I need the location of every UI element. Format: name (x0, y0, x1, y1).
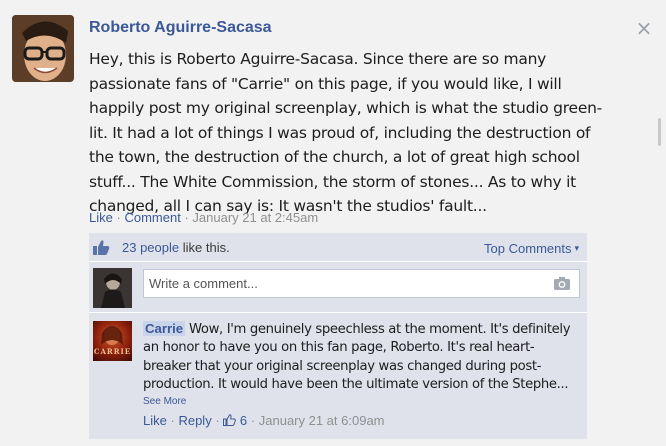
comment-text: Carrie Wow, I'm genuinely speechless at … (143, 320, 573, 395)
commenter-avatar-logo: CARRIE (93, 347, 132, 356)
thumbs-up-icon (92, 239, 110, 256)
comment-input[interactable]: Write a comment... (143, 269, 580, 298)
separator: · (215, 413, 220, 428)
scrollbar-thumb[interactable] (658, 118, 661, 146)
comment-input-placeholder: Write a comment... (149, 276, 258, 291)
likes-row: 23 people like this. Top Comments ▾ (89, 233, 587, 262)
comment-actions: Like · Reply · 6 · January 21 at 6:09am (143, 413, 385, 428)
comment-like-count-value: 6 (239, 413, 248, 428)
post-author-avatar[interactable] (12, 15, 74, 82)
post-timestamp[interactable]: January 21 at 2:45am (192, 210, 318, 225)
chevron-down-icon: ▾ (574, 243, 579, 253)
comment-body-text: Wow, I'm genuinely speechless at the mom… (143, 322, 571, 393)
comment-like-link[interactable]: Like (143, 413, 167, 428)
comment-item: CARRIE Carrie Wow, I'm genuinely speechl… (89, 314, 587, 439)
top-comments-label: Top Comments (484, 241, 572, 256)
post-text: Hey, this is Roberto Aguirre-Sacasa. Sin… (89, 50, 603, 215)
separator: · (250, 413, 256, 428)
current-user-avatar[interactable] (93, 268, 132, 308)
commenter-avatar[interactable]: CARRIE (93, 321, 132, 361)
commenter-name[interactable]: Carrie (143, 321, 186, 336)
comment-timestamp[interactable]: January 21 at 6:09am (259, 413, 385, 428)
thumbs-up-icon (223, 414, 237, 426)
compose-row: Write a comment... (89, 263, 587, 313)
post-author-name[interactable]: Roberto Aguirre-Sacasa (89, 19, 272, 37)
comment-like-count[interactable]: 6 (223, 413, 247, 428)
close-icon[interactable]: × (634, 18, 654, 38)
separator: · (184, 210, 189, 225)
likes-suffix: like this. (179, 240, 230, 255)
separator: · (116, 210, 121, 225)
post-actions: Like · Comment · January 21 at 2:45am (89, 210, 318, 225)
scrollbar[interactable] (657, 100, 662, 160)
camera-icon[interactable] (553, 276, 571, 291)
feedback-panel: 23 people like this. Top Comments ▾ Write… (89, 233, 587, 439)
comment-link[interactable]: Comment (124, 210, 180, 225)
comment-reply-link[interactable]: Reply (178, 413, 211, 428)
see-more-link[interactable]: See More (143, 396, 186, 407)
separator: · (170, 413, 175, 428)
like-link[interactable]: Like (89, 210, 113, 225)
top-comments-dropdown[interactable]: Top Comments ▾ (484, 241, 579, 256)
likes-count-link[interactable]: 23 people (122, 240, 179, 255)
likes-summary: 23 people like this. (122, 240, 230, 255)
